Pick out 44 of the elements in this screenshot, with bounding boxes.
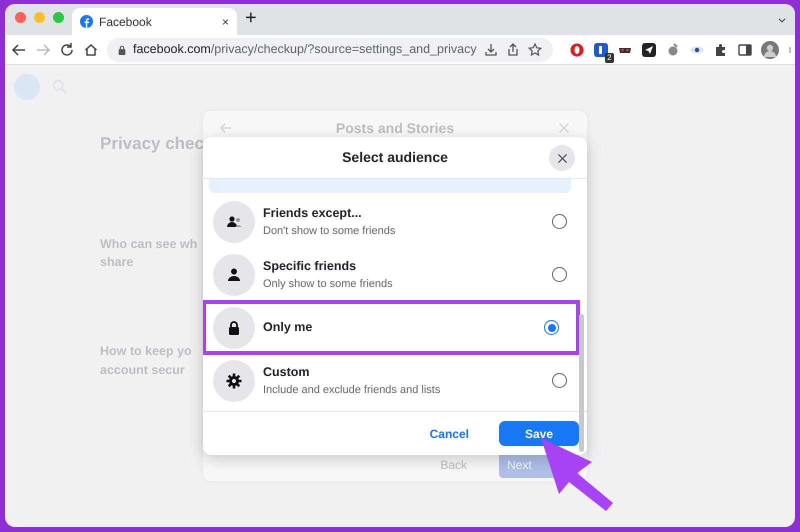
extension-icon[interactable] [592,42,609,58]
new-tab-button[interactable]: + [245,4,257,32]
close-button[interactable] [549,145,575,171]
radio-button[interactable] [552,214,567,229]
star-icon[interactable] [526,42,543,58]
audience-option[interactable]: Friends except... Don't show to some friends [203,195,587,248]
url-host: facebook.com [133,42,211,56]
person-icon [225,266,243,284]
audience-option[interactable]: Custom Include and exclude friends and lists [203,354,587,407]
radio-button[interactable] [544,320,559,335]
lock-icon [117,44,127,54]
download-icon[interactable] [482,42,499,58]
option-label: Custom [263,364,311,381]
url-path: /privacy/checkup/?source=settings_and_privacy [210,42,477,56]
dialog-title: Posts and Stories [336,118,454,138]
gear-icon [225,372,243,390]
dialog-title: Select audience [342,148,448,167]
audience-option[interactable]: Only me [203,301,579,354]
close-icon [556,152,568,164]
home-icon[interactable] [83,42,99,58]
option-label: Friends except... [263,204,363,222]
paper-plane-icon[interactable] [640,42,657,58]
close-tab-button[interactable]: × [222,12,229,30]
save-button[interactable]: Save [499,421,579,446]
side-panel-icon[interactable] [736,42,753,58]
audience-option[interactable]: Specific friends Only show to some friends [203,248,587,301]
option-description: Only show to some friends [263,276,393,292]
ring-extension-icon[interactable] [568,42,585,58]
facebook-logo-icon [80,15,93,28]
cancel-button[interactable]: Cancel [424,424,475,444]
option-label: Only me [263,319,312,336]
notification-badge: 2 [605,52,614,62]
tab-title: Facebook [99,14,152,30]
radio-button[interactable] [552,267,567,282]
reload-icon[interactable] [59,42,75,58]
address-bar[interactable]: facebook.com/privacy/checkup/?source=settings_and_privacy [107,38,553,62]
radio-button[interactable] [552,373,567,388]
back-arrow-icon[interactable] [11,42,27,58]
option-label: Specific friends [263,258,358,275]
scrollbar[interactable] [579,314,584,452]
option-description: Include and exclude friends and lists [263,382,440,398]
profile-avatar[interactable] [760,40,779,58]
option-description: Don't show to some friends [263,224,396,239]
browser-tab[interactable]: Facebook × [72,8,237,35]
